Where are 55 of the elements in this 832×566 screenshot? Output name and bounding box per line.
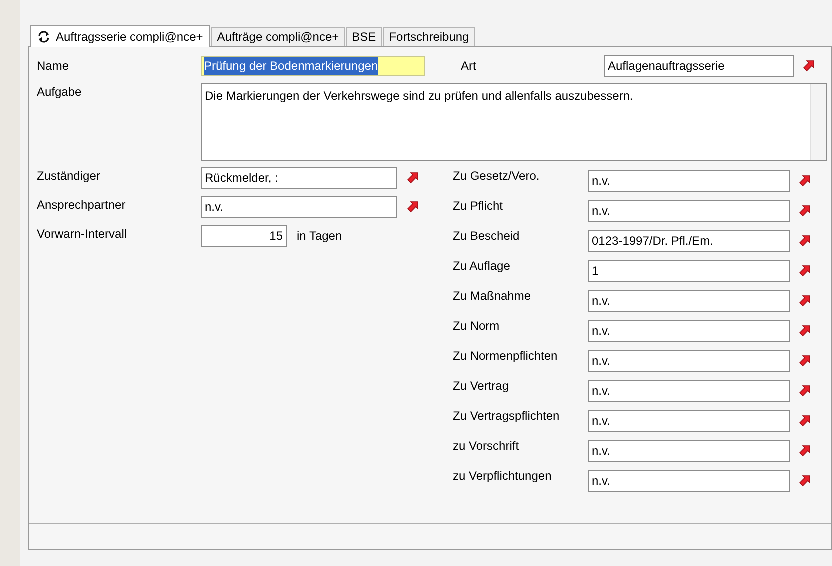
text-field[interactable]: n.v. (588, 170, 790, 192)
name-field[interactable]: Prüfung der Bodenmarkierungen (201, 56, 425, 76)
text-field[interactable]: n.v. (588, 410, 790, 432)
field-label: Aufgabe (37, 84, 83, 101)
arrow-icon (406, 200, 420, 214)
tab[interactable]: Fortschreibung (383, 27, 476, 46)
text-field[interactable]: n.v. (588, 440, 790, 462)
text-field[interactable]: Rückmelder, : (201, 167, 397, 189)
field-label: Zu Maßnahme (453, 288, 532, 305)
arrow-icon (798, 294, 812, 308)
arrow-icon (798, 234, 812, 248)
field-label: Zu Vertrag (453, 378, 510, 395)
arrow-icon (798, 474, 812, 488)
task-text-area[interactable]: Die Markierungen der Verkehrswege sind zu prüfen und allenfalls auszubessern. (201, 83, 827, 161)
field-label: zu Verpflichtungen (453, 468, 553, 485)
text-field[interactable]: 0123-1997/Dr. Pfl./Em. (588, 230, 790, 252)
text-field[interactable]: n.v. (588, 470, 790, 492)
arrow-icon (802, 59, 816, 73)
field-label: Zu Auflage (453, 258, 512, 275)
arrow-icon (798, 354, 812, 368)
field-label: zu Vorschrift (453, 438, 520, 455)
arrow-icon (798, 324, 812, 338)
field-label: Zu Norm (453, 318, 501, 335)
field-label: Zu Gesetz/Vero. (453, 168, 541, 185)
arrow-icon (798, 204, 812, 218)
text-field[interactable]: n.v. (588, 320, 790, 342)
field-label: Art (461, 58, 478, 75)
text-field[interactable]: n.v. (588, 290, 790, 312)
scrollbar[interactable] (810, 84, 826, 160)
field-label: Ansprechpartner (37, 197, 127, 214)
arrow-icon (798, 414, 812, 428)
refresh-icon (37, 30, 51, 44)
text-field[interactable]: 15 (201, 225, 287, 247)
tab[interactable]: BSE (346, 27, 382, 46)
arrow-icon (406, 171, 420, 185)
text-field[interactable]: 1 (588, 260, 790, 282)
text-field[interactable]: n.v. (588, 350, 790, 372)
field-label: Zuständiger (37, 168, 102, 185)
text-field[interactable]: n.v. (588, 200, 790, 222)
field-label: Name (37, 58, 70, 75)
unit-label: in Tagen (297, 228, 342, 245)
text-field[interactable]: n.v. (588, 380, 790, 402)
field-label: Zu Vertragspflichten (453, 408, 561, 425)
text-field[interactable]: n.v. (201, 196, 397, 218)
field-label: Vorwarn-Intervall (37, 226, 128, 243)
tab[interactable]: Auftragsserie compli@nce+ (30, 25, 210, 47)
tab[interactable]: Aufträge compli@nce+ (211, 27, 346, 46)
field-label: Zu Normenpflichten (453, 348, 559, 365)
arrow-icon (798, 174, 812, 188)
field-label: Zu Pflicht (453, 198, 504, 215)
arrow-icon (798, 384, 812, 398)
text-field[interactable]: Auflagenauftragsserie (604, 55, 794, 77)
field-label: Zu Bescheid (453, 228, 521, 245)
arrow-icon (798, 444, 812, 458)
arrow-icon (798, 264, 812, 278)
